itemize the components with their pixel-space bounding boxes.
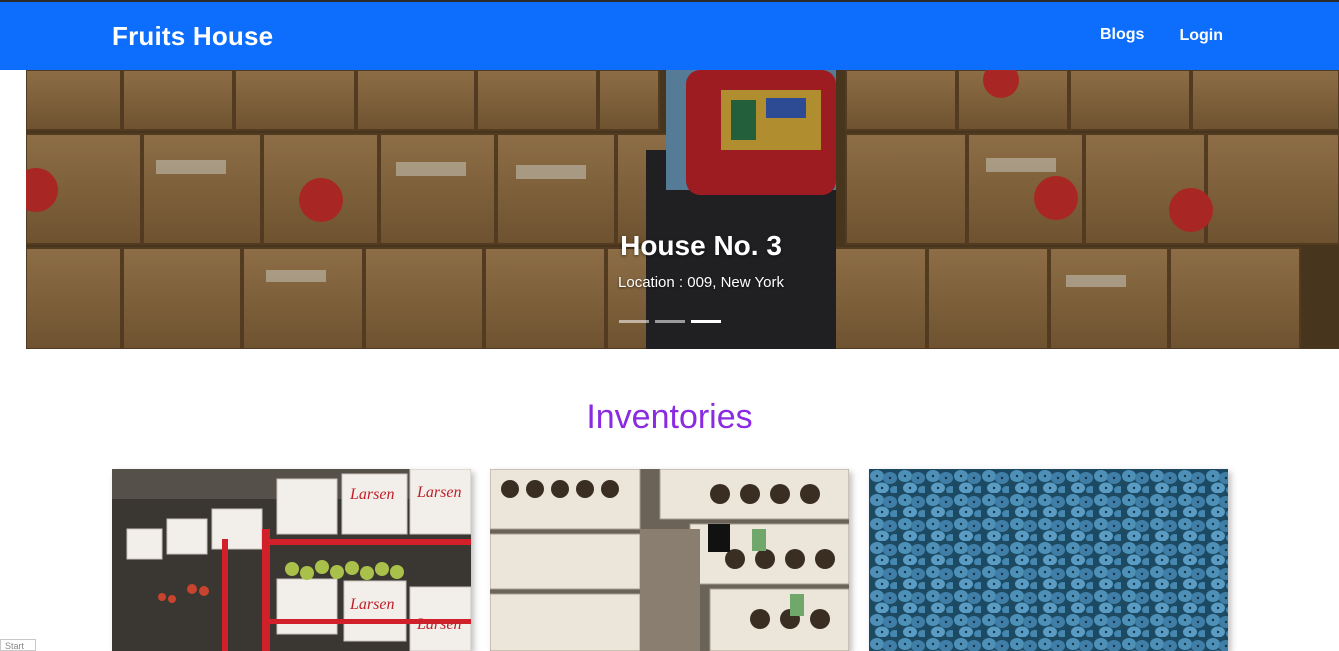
- inventory-card-blueberries[interactable]: [869, 469, 1228, 651]
- svg-text:Larsen: Larsen: [349, 486, 394, 503]
- carousel-indicator-3-active[interactable]: [691, 320, 721, 323]
- hero-location: Location : 009, New York: [618, 274, 784, 291]
- navbar: Fruits House Blogs Login: [0, 2, 1339, 70]
- carousel-indicators: [619, 320, 721, 323]
- carousel-indicator-2[interactable]: [655, 320, 685, 323]
- hero-carousel: House No. 3 Location : 009, New York: [26, 70, 1339, 349]
- stacked-jars-image: [490, 469, 849, 651]
- nav-link-login[interactable]: Login: [1179, 27, 1223, 45]
- hero-caption: House No. 3 Location : 009, New York: [26, 230, 1339, 291]
- nav-link-blogs[interactable]: Blogs: [1100, 26, 1144, 44]
- svg-text:Larsen: Larsen: [416, 484, 461, 501]
- blueberries-image: [869, 469, 1228, 651]
- inventories-heading: Inventories: [586, 398, 753, 436]
- svg-text:Larsen: Larsen: [416, 616, 461, 633]
- inventory-card-apples[interactable]: Larsen Larsen Larsen Larsen: [112, 469, 471, 651]
- taskbar-start-button[interactable]: Start: [0, 639, 36, 651]
- hero-image: [26, 70, 1339, 349]
- nav-links: Blogs Login: [1100, 26, 1223, 44]
- apple-shelves-image: Larsen Larsen Larsen Larsen: [112, 469, 471, 651]
- svg-text:Larsen: Larsen: [349, 596, 394, 613]
- inventory-card-jars[interactable]: [490, 469, 849, 651]
- hero-title: House No. 3: [620, 230, 782, 261]
- carousel-indicator-1[interactable]: [619, 320, 649, 323]
- brand-logo-link[interactable]: Fruits House: [112, 21, 273, 52]
